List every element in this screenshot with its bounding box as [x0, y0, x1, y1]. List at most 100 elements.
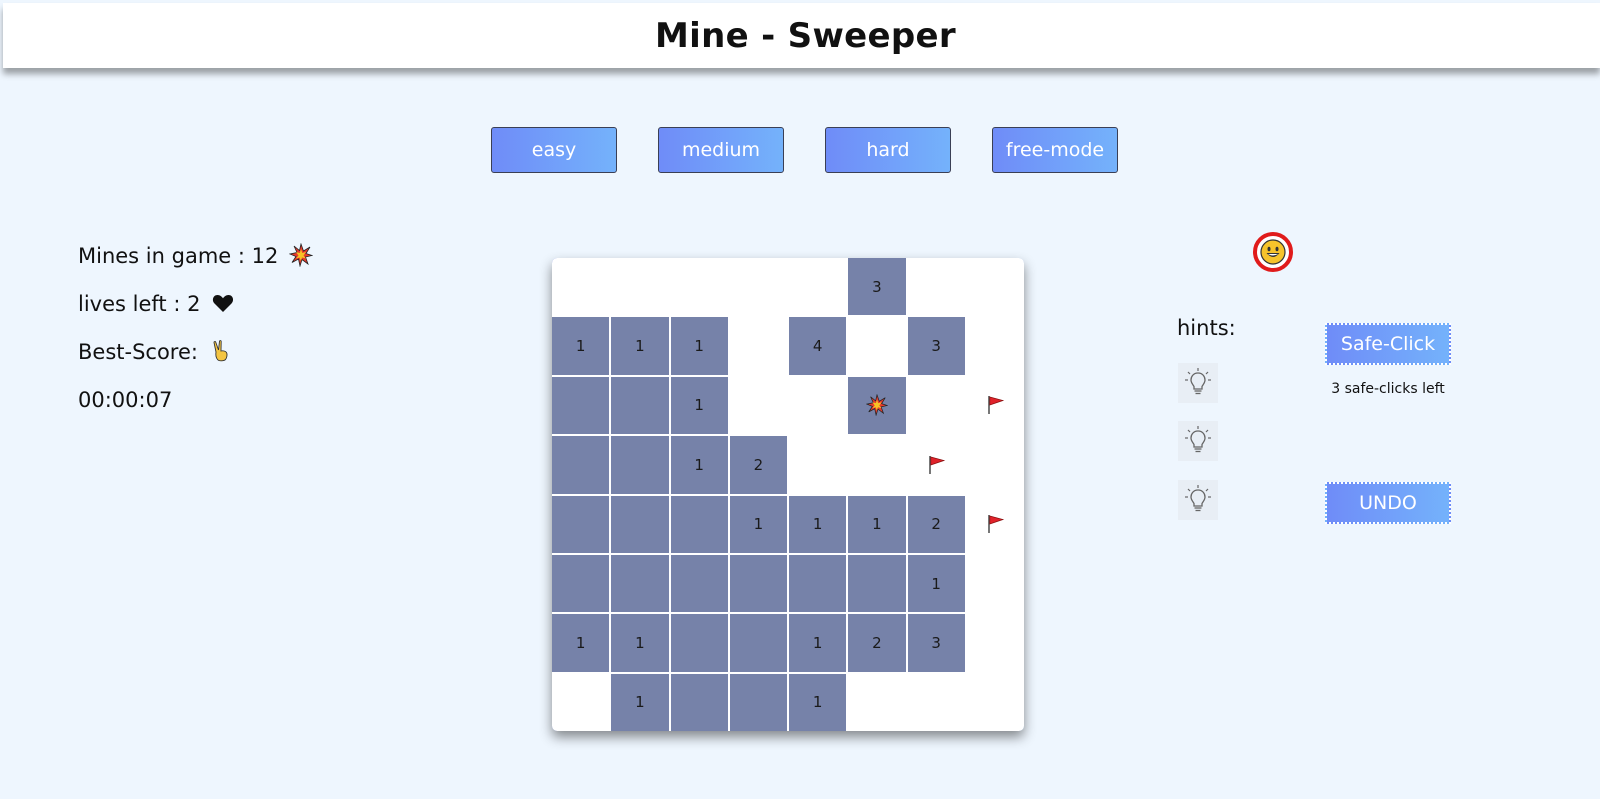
board-cell[interactable]	[670, 673, 728, 731]
flag-icon	[984, 513, 1006, 535]
board-cell[interactable]	[671, 258, 728, 315]
board-cell[interactable]: 1	[907, 554, 965, 613]
board-cell[interactable]	[967, 436, 1024, 493]
board-cell[interactable]	[552, 495, 610, 553]
board-cell[interactable]: 1	[848, 495, 906, 553]
medium-level-button[interactable]: medium	[658, 127, 784, 173]
cell-value: 1	[812, 633, 823, 652]
board-cell[interactable]	[789, 377, 846, 434]
board-cell[interactable]	[670, 554, 728, 613]
board-cell[interactable]	[848, 376, 906, 435]
hard-level-button[interactable]: hard	[825, 127, 951, 173]
board-cell[interactable]	[552, 674, 609, 731]
board-cell[interactable]	[908, 674, 965, 731]
board-cell[interactable]: 1	[789, 673, 847, 731]
cell-value: 1	[694, 337, 704, 356]
cell-value: 1	[575, 337, 586, 356]
board-cell[interactable]	[670, 495, 728, 553]
restart-smiley-button[interactable]	[1253, 232, 1293, 272]
board-cell[interactable]	[730, 317, 787, 374]
board-cell[interactable]: 1	[552, 317, 610, 375]
board-cell[interactable]	[908, 258, 965, 315]
board-cell[interactable]: 4	[789, 317, 847, 375]
board-cell[interactable]	[789, 258, 846, 315]
hint-button-1[interactable]	[1178, 363, 1218, 403]
lightbulb-icon	[1185, 485, 1211, 512]
safe-clicks-left-text: 3 safe-clicks left	[1331, 381, 1445, 397]
smiley-face-icon	[1260, 239, 1286, 265]
board-cell[interactable]	[611, 495, 669, 553]
mines-count-label: Mines in game : 12	[78, 244, 279, 268]
board-cell[interactable]	[908, 436, 965, 493]
board-cell[interactable]	[611, 376, 669, 435]
board-cell[interactable]: 1	[670, 317, 728, 375]
board-cell[interactable]: 1	[670, 436, 728, 494]
board-cell[interactable]	[552, 436, 610, 494]
board-cell[interactable]	[789, 436, 846, 493]
cell-value: 4	[812, 337, 823, 356]
board-cell[interactable]: 2	[907, 495, 965, 553]
board-cell[interactable]	[967, 555, 1024, 612]
board-cell[interactable]	[967, 377, 1024, 434]
cell-value: 1	[812, 515, 823, 534]
hint-button-2[interactable]	[1178, 421, 1218, 461]
cell-value: 1	[635, 633, 645, 652]
board-cell[interactable]	[967, 317, 1024, 374]
board-cell[interactable]: 3	[907, 614, 965, 672]
board-cell[interactable]: 1	[611, 317, 669, 375]
heart-icon	[213, 295, 234, 312]
safe-click-button[interactable]: Safe-Click	[1325, 323, 1451, 365]
board-cell[interactable]: 1	[611, 673, 669, 731]
board-cell[interactable]	[908, 377, 965, 434]
undo-button[interactable]: UNDO	[1325, 482, 1451, 524]
board-cell[interactable]	[967, 674, 1024, 731]
board-cell[interactable]	[552, 376, 610, 435]
timer: 00:00:07	[78, 388, 173, 412]
board-cell[interactable]	[552, 258, 609, 315]
board-cell[interactable]	[611, 554, 669, 613]
cell-value: 1	[872, 515, 882, 534]
board-cell[interactable]	[848, 436, 905, 493]
page-header: Mine - Sweeper	[3, 3, 1600, 68]
flag-icon	[984, 394, 1006, 416]
board-cell[interactable]: 1	[611, 614, 669, 672]
board-cell[interactable]	[552, 554, 610, 613]
best-score-label: Best-Score:	[78, 340, 198, 364]
board-cell[interactable]	[730, 377, 787, 434]
board-cell[interactable]	[848, 317, 905, 374]
board-cell[interactable]	[967, 496, 1024, 553]
board-cell[interactable]: 2	[848, 614, 906, 672]
board-cell[interactable]: 1	[552, 614, 610, 672]
board-cell[interactable]	[848, 554, 906, 613]
hints-label: hints:	[1177, 316, 1236, 340]
board-cell[interactable]	[611, 436, 669, 494]
free-mode-button[interactable]: free-mode	[992, 127, 1118, 173]
board-cell[interactable]: 1	[789, 614, 847, 672]
board-cell[interactable]	[848, 674, 905, 731]
board-cell[interactable]: 3	[848, 258, 906, 316]
board-cell[interactable]	[729, 614, 787, 672]
board-cell[interactable]: 3	[907, 317, 965, 375]
board-cell[interactable]: 2	[729, 436, 787, 494]
board-cell[interactable]: 1	[789, 495, 847, 553]
board-cell[interactable]	[789, 554, 847, 613]
cell-value: 1	[694, 396, 704, 415]
board-cell[interactable]	[967, 614, 1024, 671]
cell-value: 1	[635, 693, 645, 712]
cell-value: 1	[635, 337, 645, 356]
game-board: 3 1 1 1 4 3 1 1 2 1 1 1 2 1 1 1 1 2 3 1 1	[552, 258, 1024, 731]
board-cell[interactable]	[967, 258, 1024, 315]
easy-level-button[interactable]: easy	[491, 127, 617, 173]
cell-value: 1	[753, 515, 764, 534]
cell-value: 1	[812, 693, 823, 712]
board-cell[interactable]: 1	[729, 495, 787, 553]
board-cell[interactable]	[730, 258, 787, 315]
board-cell[interactable]	[611, 258, 668, 315]
board-cell[interactable]	[729, 673, 787, 731]
cell-value: 3	[931, 337, 941, 356]
hint-button-3[interactable]	[1178, 480, 1218, 520]
board-cell[interactable]	[729, 554, 787, 613]
best-score-line: Best-Score:	[78, 328, 313, 376]
board-cell[interactable]: 1	[670, 376, 728, 435]
board-cell[interactable]	[670, 614, 728, 672]
